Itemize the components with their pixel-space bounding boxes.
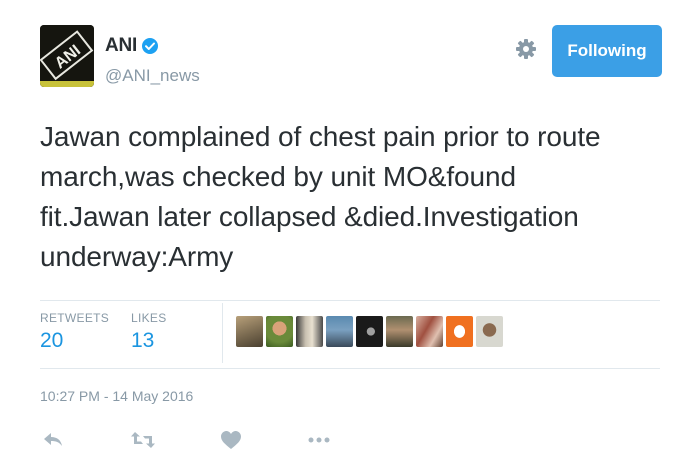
gear-icon[interactable]	[515, 38, 537, 60]
liker-avatar[interactable]	[296, 316, 323, 347]
avatar[interactable]: ANI	[40, 25, 94, 87]
retweets-label: RETWEETS	[40, 311, 110, 325]
likes-stat[interactable]: LIKES 13	[131, 311, 167, 353]
likes-label: LIKES	[131, 311, 167, 325]
likes-count: 13	[131, 329, 155, 352]
retweets-count: 20	[40, 329, 64, 352]
tweet-text: Jawan complained of chest pain prior to …	[40, 117, 660, 277]
verified-badge-icon	[141, 37, 159, 55]
liker-avatar[interactable]	[446, 316, 473, 347]
retweets-stat[interactable]: RETWEETS 20	[40, 311, 109, 353]
heart-icon[interactable]	[220, 430, 244, 450]
divider	[40, 368, 660, 369]
reply-icon[interactable]	[42, 430, 66, 450]
divider	[40, 300, 660, 301]
liker-avatar[interactable]	[416, 316, 443, 347]
stats-separator	[222, 303, 223, 363]
tweet-text-line: Jawan complained of chest pain prior to …	[40, 121, 601, 152]
liker-avatars	[236, 316, 503, 347]
liker-avatar[interactable]	[356, 316, 383, 347]
tweet-text-line: underway:Army	[40, 241, 234, 272]
liker-avatar[interactable]	[386, 316, 413, 347]
timestamp[interactable]: 10:27 PM - 14 May 2016	[40, 388, 193, 404]
liker-avatar[interactable]	[266, 316, 293, 347]
liker-avatar[interactable]	[476, 316, 503, 347]
retweet-icon[interactable]	[130, 430, 155, 450]
liker-avatar[interactable]	[236, 316, 263, 347]
account-name-row[interactable]: ANI	[105, 35, 159, 57]
tweet-card: ANI ANI @ANI_news Following Jawan compla…	[0, 0, 700, 468]
following-button[interactable]: Following	[552, 25, 662, 77]
liker-avatar[interactable]	[326, 316, 353, 347]
account-handle[interactable]: @ANI_news	[105, 66, 200, 86]
display-name[interactable]: ANI	[105, 35, 137, 57]
tweet-text-line: fit.Jawan later collapsed &died.Investig…	[40, 201, 579, 232]
tweet-text-line: march,was checked by unit MO&found	[40, 161, 516, 192]
more-icon[interactable]	[307, 430, 331, 450]
